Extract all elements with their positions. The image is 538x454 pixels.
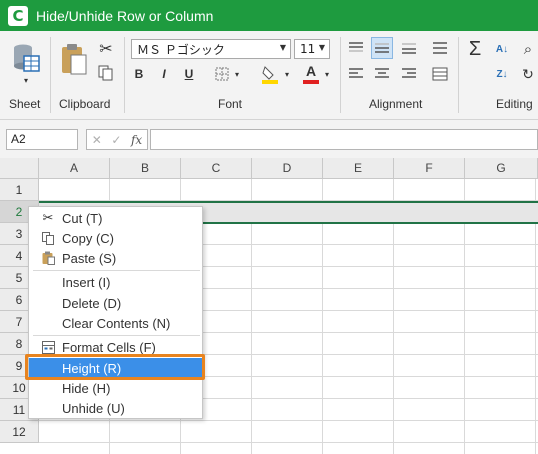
font-color-label: A [305,63,317,79]
menu-divider [33,335,200,336]
copy-icon[interactable] [96,63,116,83]
find-icon[interactable]: ⌕ [518,39,538,59]
divider [124,37,125,113]
menu-item-hide[interactable]: Hide (H) [29,378,202,398]
menu-item-label: Cut (T) [62,210,103,226]
menu-item-label: Clear Contents (N) [62,315,171,331]
chevron-down-icon: ▼ [318,43,325,52]
window-title: Hide/Unhide Row or Column [36,7,214,24]
group-label-editing: Editing [496,97,533,111]
menu-item-label: Copy (C) [62,230,115,246]
column-header-g[interactable]: G [465,158,538,179]
sheet-dropdown-icon[interactable]: ▾ [20,75,32,85]
merge-cells-icon[interactable] [430,65,450,83]
menu-item-label: Format Cells (F) [62,339,156,355]
font-color-icon[interactable]: A [300,63,322,85]
align-center-icon[interactable] [372,65,392,83]
scissors-icon: ✂ [42,210,54,225]
row-header-12[interactable]: 12 [0,421,39,443]
menu-item-copy[interactable]: Copy (C) [29,228,202,248]
align-top-icon[interactable] [346,38,366,58]
name-box[interactable]: A2 [6,129,78,150]
column-header-a[interactable]: A [39,158,110,179]
sort-descending-icon[interactable]: Z↓ [492,65,512,83]
formula-bar: A2 ✕ ✓ fx [0,120,538,158]
refresh-icon[interactable]: ↻ [518,65,538,83]
borders-icon[interactable] [212,65,232,83]
context-menu: ✂ Cut (T) Copy (C) Paste (S) Insert (I) … [28,206,203,419]
highlight-callout-frame [25,354,205,380]
sheet-icon[interactable] [10,41,42,75]
font-name-value: ＭＳ Ｐゴシック [137,42,225,57]
group-label-alignment: Alignment [369,97,423,111]
sort-icon[interactable]: A↓ [492,39,512,59]
chevron-down-icon[interactable]: ▾ [282,67,292,81]
column-header-e[interactable]: E [323,158,394,179]
font-size-value: 11 [300,42,316,56]
wrap-text-icon[interactable] [430,38,450,58]
align-left-icon[interactable] [346,65,366,83]
title-bar: C Hide/Unhide Row or Column [0,0,538,31]
check-icon[interactable]: ✓ [111,133,121,147]
ribbon: ▾ Sheet ✂ Clipboard ＭＳ Ｐゴシック ▼ 11 ▼ B I … [0,31,538,120]
menu-item-label: Delete (D) [62,295,122,311]
divider [50,37,51,113]
column-header-b[interactable]: B [110,158,181,179]
cancel-icon[interactable]: ✕ [92,133,102,147]
menu-item-paste[interactable]: Paste (S) [29,248,202,268]
autosum-icon[interactable]: Σ [464,37,486,61]
menu-item-insert[interactable]: Insert (I) [29,272,202,292]
function-icon[interactable]: fx [131,133,142,147]
fill-color-icon[interactable] [259,63,281,85]
group-label-sheet: Sheet [9,97,41,111]
paste-icon[interactable] [58,41,90,79]
column-header-d[interactable]: D [252,158,323,179]
app-logo-icon: C [8,5,28,26]
font-size-select[interactable]: 11 ▼ [294,39,330,59]
row-header-1[interactable]: 1 [0,179,39,201]
divider [458,37,459,113]
chevron-down-icon[interactable]: ▾ [322,67,332,81]
copy-icon [41,231,55,245]
menu-item-clear-contents[interactable]: Clear Contents (N) [29,313,202,333]
format-cells-icon [41,340,55,354]
divider [340,37,341,113]
column-header-f[interactable]: F [394,158,465,179]
menu-divider [33,270,200,271]
align-bottom-icon[interactable] [399,38,419,58]
align-right-icon[interactable] [399,65,419,83]
menu-item-delete[interactable]: Delete (D) [29,293,202,313]
chevron-down-icon[interactable]: ▾ [232,67,242,81]
italic-button[interactable]: I [155,65,173,83]
group-label-clipboard: Clipboard [59,97,111,111]
menu-item-label: Insert (I) [62,274,111,290]
formula-input[interactable] [150,129,538,150]
underline-button[interactable]: U [180,65,198,83]
column-header-c[interactable]: C [181,158,252,179]
cut-icon[interactable]: ✂ [96,39,116,59]
chevron-down-icon: ▼ [279,43,286,52]
menu-item-label: Paste (S) [62,250,117,266]
bold-button[interactable]: B [130,65,148,83]
align-middle-icon[interactable] [371,37,393,59]
menu-item-cut[interactable]: ✂ Cut (T) [29,208,202,228]
formula-buttons: ✕ ✓ fx [86,129,148,150]
font-name-select[interactable]: ＭＳ Ｐゴシック ▼ [131,39,291,59]
font-color-swatch [303,80,319,84]
menu-item-unhide[interactable]: Unhide (U) [29,398,202,418]
menu-item-label: Hide (H) [62,380,111,396]
select-all-corner[interactable] [0,158,39,179]
paste-icon [41,251,55,265]
group-label-font: Font [218,97,243,111]
menu-item-label: Unhide (U) [62,400,125,416]
